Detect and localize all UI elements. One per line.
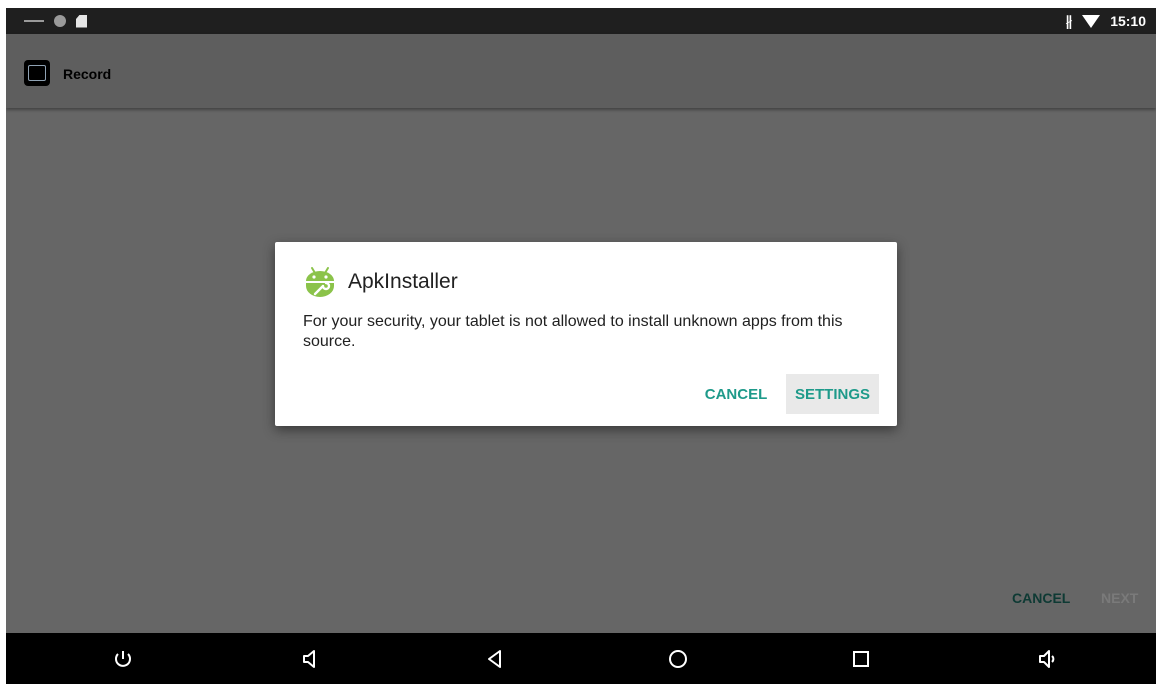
back-icon[interactable]	[482, 646, 508, 672]
tablet-screen: ∦ 15:10 Record CANCEL NEXT ApkInstaller …	[6, 8, 1156, 684]
volume-down-icon[interactable]	[298, 646, 324, 672]
wizard-next-button[interactable]: NEXT	[1101, 590, 1138, 606]
circle-icon	[54, 15, 66, 27]
status-bar-notifications	[24, 8, 87, 34]
volume-up-icon[interactable]	[1035, 646, 1061, 672]
home-icon[interactable]	[665, 646, 691, 672]
android-wrench-icon	[306, 267, 334, 297]
security-dialog: ApkInstaller For your security, your tab…	[275, 242, 897, 426]
recents-icon[interactable]	[848, 646, 874, 672]
status-bar-system: ∦ 15:10	[1065, 8, 1146, 34]
navigation-bar	[6, 633, 1156, 684]
wizard-cancel-button[interactable]: CANCEL	[1012, 590, 1070, 606]
sd-card-icon	[76, 14, 87, 28]
clock: 15:10	[1110, 13, 1146, 29]
app-title: Record	[63, 66, 112, 82]
dialog-settings-button[interactable]: SETTINGS	[786, 374, 879, 414]
status-bar: ∦ 15:10	[6, 8, 1156, 34]
bluetooth-icon: ∦	[1065, 12, 1073, 29]
dialog-title: ApkInstaller	[348, 270, 458, 293]
app-bar: Record	[6, 34, 1156, 108]
record-app-icon	[24, 60, 50, 86]
minus-icon	[24, 20, 44, 22]
dialog-message: For your security, your tablet is not al…	[303, 313, 843, 350]
power-icon[interactable]	[110, 646, 136, 672]
dialog-cancel-button[interactable]: CANCEL	[701, 374, 771, 414]
wifi-icon	[1082, 14, 1101, 28]
